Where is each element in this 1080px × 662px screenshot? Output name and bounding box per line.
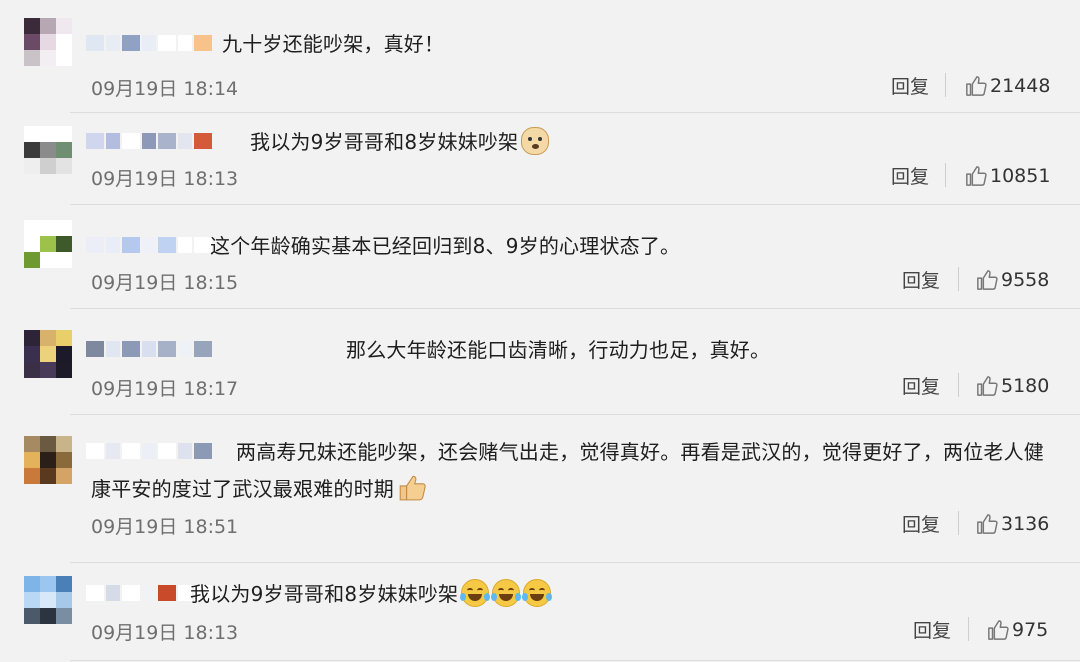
username-blurred[interactable] bbox=[86, 234, 214, 256]
comment-item: 九十岁还能吵架，真好！ 09月19日 18:14 回复 21448 bbox=[0, 12, 1080, 113]
comment-timestamp: 09月19日 18:15 bbox=[91, 272, 239, 294]
comment-divider bbox=[70, 308, 1080, 309]
like-button[interactable]: 5180 bbox=[976, 375, 1049, 397]
reply-button[interactable]: 回复 bbox=[891, 72, 929, 99]
comment-text-line: 这个年龄确实基本已经回归到8、9岁的心理状态了。 bbox=[210, 234, 681, 258]
comment-item: 那么大年龄还能口齿清晰，行动力也足，真好。 09月19日 18:17 回复 5180 bbox=[0, 322, 1080, 415]
reply-button[interactable]: 回复 bbox=[902, 266, 940, 293]
comment-text: 这个年龄确实基本已经回归到8、9岁的心理状态了。 bbox=[210, 228, 680, 265]
action-separator bbox=[945, 73, 946, 97]
laughing-tears-emoji-icon bbox=[460, 579, 491, 607]
like-count: 975 bbox=[1012, 619, 1049, 641]
reply-button[interactable]: 回复 bbox=[891, 162, 929, 189]
doge-emoji-icon bbox=[521, 127, 550, 155]
comment-text: 我以为9岁哥哥和8岁妹妹吵架 bbox=[250, 124, 550, 161]
comment-text: 九十岁还能吵架，真好！ bbox=[222, 26, 444, 63]
action-separator bbox=[958, 373, 959, 397]
thumbs-up-icon bbox=[976, 269, 1001, 291]
comment-text-line: 那么大年龄还能口齿清晰，行动力也足，真好。 bbox=[346, 338, 771, 362]
comment-divider bbox=[70, 414, 1080, 415]
comment-text-line: 九十岁还能吵架，真好！ bbox=[222, 32, 445, 56]
like-button[interactable]: 21448 bbox=[965, 75, 1050, 97]
comment-divider bbox=[70, 562, 1080, 563]
action-separator bbox=[945, 163, 946, 187]
avatar[interactable] bbox=[24, 126, 72, 174]
avatar[interactable] bbox=[24, 436, 72, 484]
avatar[interactable] bbox=[24, 576, 72, 624]
reply-button[interactable]: 回复 bbox=[913, 616, 951, 643]
comment-item: 我以为9岁哥哥和8岁妹妹吵架 09月19日 18:13 回复 10851 bbox=[0, 112, 1080, 205]
thumbs-up-icon bbox=[976, 375, 1001, 397]
username-blurred[interactable] bbox=[86, 130, 214, 152]
comment-text-line: 两高寿兄妹还能吵架，还会赌气出走，觉得真好。再看是武汉的，觉得更好了，两位老人健 bbox=[236, 440, 1044, 464]
comment-divider bbox=[70, 660, 1080, 661]
action-separator bbox=[958, 267, 959, 291]
thumbs-up-icon bbox=[965, 165, 990, 187]
like-button[interactable]: 975 bbox=[987, 619, 1048, 641]
comment-item: 我以为9岁哥哥和8岁妹妹吵架 09月19日 18:13 回复 975 bbox=[0, 570, 1080, 661]
comment-text: 两高寿兄妹还能吵架，还会赌气出走，觉得真好。再看是武汉的，觉得更好了，两位老人健… bbox=[91, 434, 1056, 508]
reply-button[interactable]: 回复 bbox=[902, 372, 940, 399]
comment-timestamp: 09月19日 18:51 bbox=[91, 516, 239, 538]
comment-text-line: 我以为9岁哥哥和8岁妹妹吵架 bbox=[250, 130, 519, 154]
comment-list: 九十岁还能吵架，真好！ 09月19日 18:14 回复 21448 我以为9岁哥哥和8岁… bbox=[0, 0, 1080, 662]
comment-text: 那么大年龄还能口齿清晰，行动力也足，真好。 bbox=[346, 332, 770, 369]
comment-timestamp: 09月19日 18:17 bbox=[91, 378, 239, 400]
avatar[interactable] bbox=[24, 220, 72, 268]
comment-timestamp: 09月19日 18:13 bbox=[91, 622, 239, 644]
laughing-tears-emoji-icon bbox=[522, 579, 553, 607]
comment-divider bbox=[70, 204, 1080, 205]
username-blurred[interactable] bbox=[86, 338, 214, 360]
thumbs-up-emoji-icon bbox=[397, 472, 426, 501]
like-count: 9558 bbox=[1001, 269, 1050, 291]
like-button[interactable]: 10851 bbox=[965, 165, 1050, 187]
like-button[interactable]: 9558 bbox=[976, 269, 1049, 291]
username-blurred[interactable] bbox=[86, 32, 214, 54]
like-button[interactable]: 3136 bbox=[976, 513, 1049, 535]
comment-timestamp: 09月19日 18:14 bbox=[91, 78, 239, 100]
like-count: 10851 bbox=[990, 165, 1051, 187]
thumbs-up-icon bbox=[965, 75, 990, 97]
avatar[interactable] bbox=[24, 18, 72, 66]
like-count: 3136 bbox=[1001, 513, 1050, 535]
comment-text: 我以为9岁哥哥和8岁妹妹吵架 bbox=[190, 576, 553, 613]
comment-item: 两高寿兄妹还能吵架，还会赌气出走，觉得真好。再看是武汉的，觉得更好了，两位老人健… bbox=[0, 424, 1080, 563]
thumbs-up-icon bbox=[987, 619, 1012, 641]
action-separator bbox=[968, 617, 969, 641]
reply-button[interactable]: 回复 bbox=[902, 510, 940, 537]
laughing-tears-emoji-icon bbox=[491, 579, 522, 607]
comment-timestamp: 09月19日 18:13 bbox=[91, 168, 239, 190]
comment-item: 这个年龄确实基本已经回归到8、9岁的心理状态了。 09月19日 18:15 回复 95… bbox=[0, 216, 1080, 309]
thumbs-up-icon bbox=[976, 513, 1001, 535]
like-count: 5180 bbox=[1001, 375, 1050, 397]
action-separator bbox=[958, 511, 959, 535]
avatar[interactable] bbox=[24, 330, 72, 378]
comment-text-line-2: 康平安的度过了武汉最艰难的时期 bbox=[91, 477, 394, 501]
comment-text-line: 我以为9岁哥哥和8岁妹妹吵架 bbox=[190, 582, 459, 606]
like-count: 21448 bbox=[990, 75, 1051, 97]
